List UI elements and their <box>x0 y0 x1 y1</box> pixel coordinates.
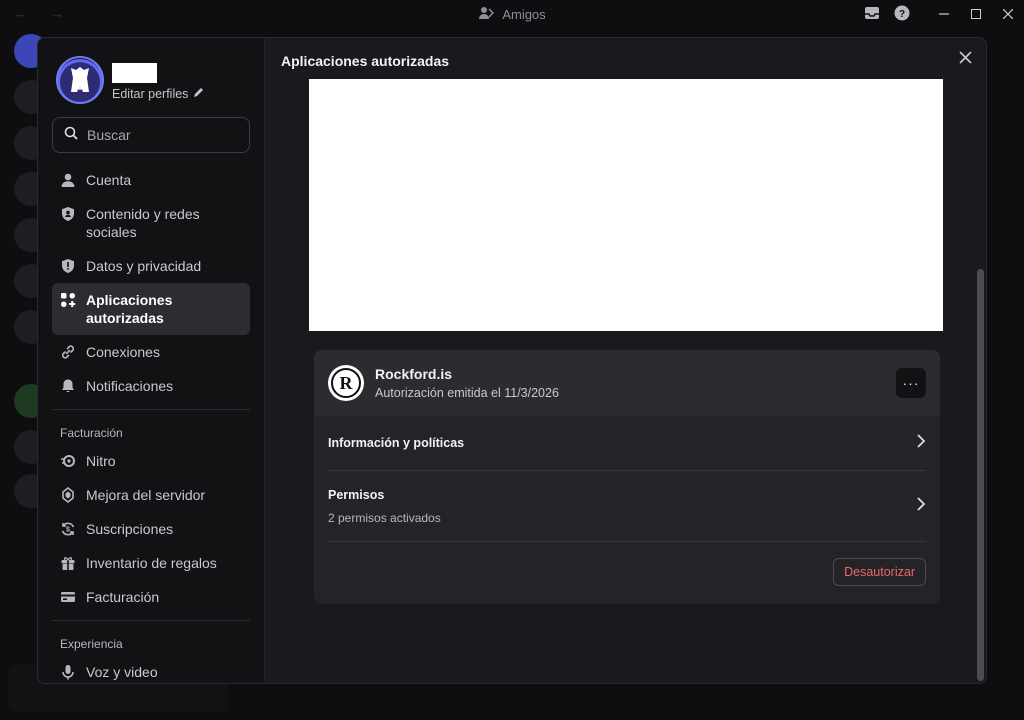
avatar[interactable] <box>56 56 104 104</box>
window-title-group: Amigos <box>478 5 546 24</box>
close-settings-button[interactable] <box>955 50 975 70</box>
search-box <box>52 117 250 153</box>
sidebar-item-notifications[interactable]: Notificaciones <box>52 369 250 403</box>
content-scroll-area: R Rockford.is Autorización emitida el 11… <box>266 79 986 683</box>
sidebar-item-label: Notificaciones <box>86 378 174 394</box>
sidebar-item-label: Cuenta <box>86 172 132 188</box>
sidebar-item-label: Inventario de regalos <box>86 555 217 571</box>
experience-section-header: Experiencia <box>60 637 123 651</box>
search-input[interactable] <box>87 127 237 143</box>
boost-icon <box>60 486 76 504</box>
scrollbar-thumb[interactable] <box>977 269 984 681</box>
divider <box>52 620 250 621</box>
sidebar-item-label: Facturación <box>86 589 160 605</box>
sidebar-item-server-boost[interactable]: Mejora del servidor <box>52 478 250 512</box>
sidebar-item-gift-inventory[interactable]: Inventario de regalos <box>52 546 250 580</box>
settings-content: Aplicaciones autorizadas R Rockford.is A… <box>266 38 986 683</box>
inbox-icon[interactable] <box>864 5 880 26</box>
friends-icon <box>478 5 495 24</box>
help-icon[interactable]: ? <box>894 5 910 26</box>
sidebar-item-label: Aplicaciones autorizadas <box>86 292 173 326</box>
sidebar-item-content-social[interactable]: Contenido y redes sociales <box>52 197 250 249</box>
sidebar-item-authorized-apps[interactable]: Aplicaciones autorizadas <box>52 283 250 335</box>
app-name: Rockford.is <box>375 366 453 382</box>
sidebar-item-connections[interactable]: Conexiones <box>52 335 250 369</box>
user-settings-nav: Cuenta Contenido y redes sociales Datos … <box>52 163 250 683</box>
settings-sidebar: Editar perfiles Cuenta Contenido y redes… <box>38 38 265 683</box>
row-title: Información y políticas <box>328 436 465 450</box>
page-title: Aplicaciones autorizadas <box>281 53 450 69</box>
app-authorization-date: Autorización emitida el 11/3/2026 <box>375 386 559 400</box>
sidebar-item-label: Voz y video <box>86 664 158 680</box>
apps-icon <box>60 291 76 309</box>
shield-icon <box>60 257 76 275</box>
more-options-button[interactable]: ··· <box>896 368 926 398</box>
bell-icon <box>60 377 76 395</box>
sidebar-item-label: Datos y privacidad <box>86 258 202 274</box>
user-icon <box>60 171 76 189</box>
sidebar-item-label: Nitro <box>86 453 116 469</box>
link-icon <box>60 343 76 361</box>
microphone-icon <box>60 663 76 681</box>
pencil-icon <box>193 87 204 101</box>
search-icon <box>64 126 78 145</box>
edit-profiles-link[interactable]: Editar perfiles <box>112 87 204 101</box>
redacted-app-card <box>309 79 943 331</box>
chevron-right-icon <box>916 433 926 453</box>
close-icon <box>958 51 972 69</box>
app-card-header: R Rockford.is Autorización emitida el 11… <box>314 350 940 416</box>
app-logo-letter: R <box>331 368 361 398</box>
svg-text:?: ? <box>899 9 905 20</box>
sidebar-item-nitro[interactable]: Nitro <box>52 444 250 478</box>
sidebar-item-label: Conexiones <box>86 344 160 360</box>
server-rail <box>0 28 48 720</box>
info-policies-row[interactable]: Información y políticas <box>328 416 926 471</box>
nitro-icon <box>60 452 76 470</box>
sidebar-item-billing[interactable]: Facturación <box>52 580 250 614</box>
profile-header: Editar perfiles <box>56 56 204 104</box>
history-arrows[interactable]: ← → <box>14 6 74 21</box>
permissions-row[interactable]: Permisos 2 permisos activados <box>328 471 926 542</box>
app-logo: R <box>328 365 364 401</box>
svg-text:$: $ <box>66 527 70 534</box>
chevron-right-icon <box>916 496 926 516</box>
edit-profiles-label: Editar perfiles <box>112 87 189 101</box>
window-title: Amigos <box>502 6 546 22</box>
sidebar-item-account[interactable]: Cuenta <box>52 163 250 197</box>
minimize-button[interactable] <box>928 0 960 28</box>
maximize-button[interactable] <box>960 0 992 28</box>
settings-modal: Editar perfiles Cuenta Contenido y redes… <box>37 37 987 684</box>
deauthorize-button[interactable]: Desautorizar <box>833 558 926 586</box>
billing-section-header: Facturación <box>60 426 123 440</box>
sidebar-item-subscriptions[interactable]: $ Suscripciones <box>52 512 250 546</box>
row-title: Permisos <box>328 487 385 502</box>
subscription-icon: $ <box>60 520 76 538</box>
shield-user-icon <box>60 205 76 223</box>
sidebar-item-label: Mejora del servidor <box>86 487 206 503</box>
credit-card-icon <box>60 588 76 606</box>
permissions-count: 2 permisos activados <box>328 510 441 525</box>
sidebar-item-voice-video[interactable]: Voz y video <box>52 655 250 683</box>
authorized-app-card: R Rockford.is Autorización emitida el 11… <box>314 350 940 604</box>
close-window-button[interactable] <box>992 0 1024 28</box>
sidebar-item-label: Contenido y redes sociales <box>86 206 200 240</box>
window-titlebar: ← → Amigos ? <box>0 0 1024 28</box>
sidebar-item-privacy[interactable]: Datos y privacidad <box>52 249 250 283</box>
sidebar-item-label: Suscripciones <box>86 521 174 537</box>
gift-icon <box>60 554 76 572</box>
username-redacted <box>112 63 157 83</box>
divider <box>52 409 250 410</box>
